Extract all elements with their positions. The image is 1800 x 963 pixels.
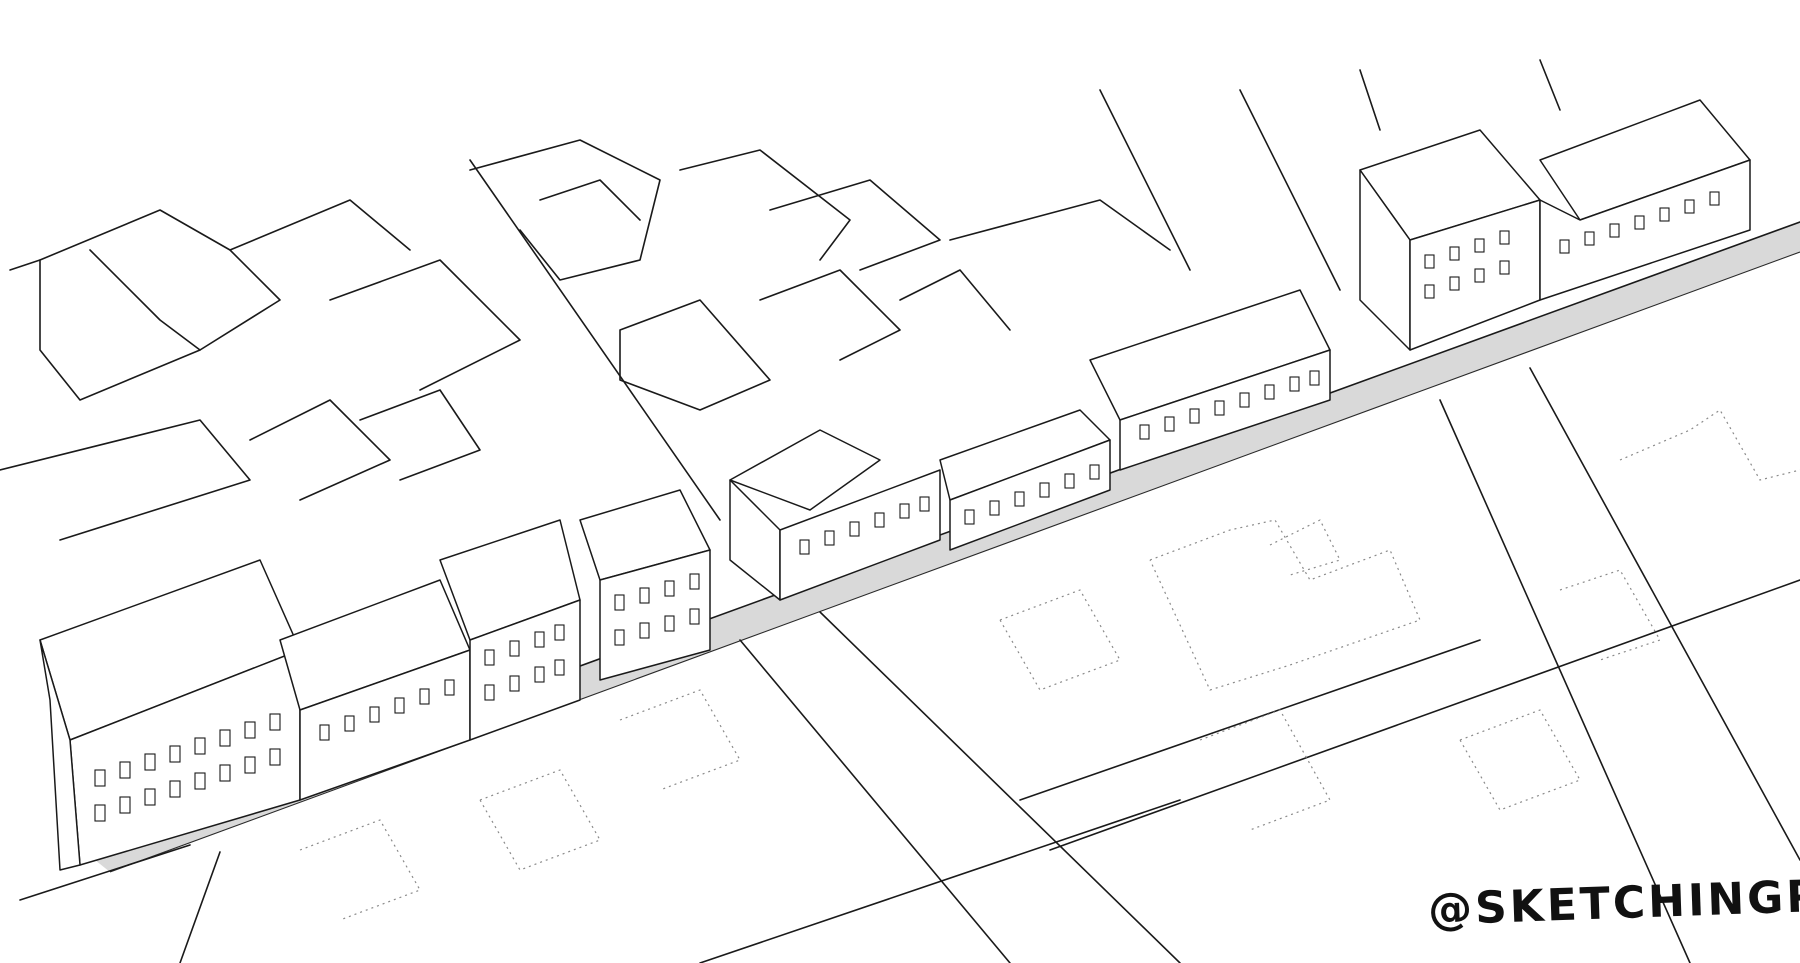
street-edge	[109, 251, 1800, 873]
building-left-2	[279, 579, 471, 801]
building-right-apartment	[1359, 129, 1541, 351]
building-left-large	[39, 559, 301, 871]
street-sketch-scene	[0, 59, 1800, 963]
building-left-4	[579, 489, 711, 681]
